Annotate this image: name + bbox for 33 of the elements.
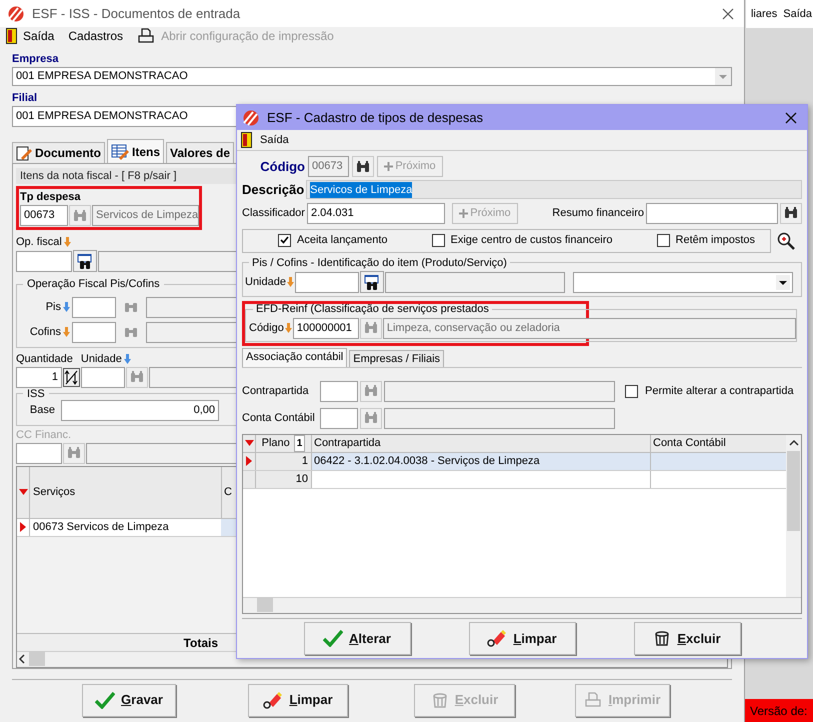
status-text: Versão de:	[750, 702, 808, 720]
field-label: Contrapartida	[242, 384, 310, 399]
field-label: Base	[28, 402, 55, 418]
checkbox-label: Permite alterar a contrapartida	[645, 384, 794, 399]
field-label: Pis	[44, 300, 61, 315]
field-label: Tp despesa	[20, 190, 82, 205]
field-label: Classificador	[242, 206, 305, 221]
table-cell: 06422 - 3.1.02.04.0038 - Serviços de Limpeza	[311, 452, 650, 470]
checkbox-label: Aceita lançamento	[297, 233, 388, 248]
table-cell: 00673 Servicos de Limpeza	[29, 518, 221, 536]
field-label: Descrição	[242, 181, 304, 199]
field-label: Unidade	[80, 352, 131, 366]
group-title: Operação Fiscal Pis/Cofins	[26, 277, 161, 292]
sort-mark: 1	[294, 434, 306, 452]
field-label: Unidade	[245, 274, 286, 290]
field-label: CC Financ.	[16, 428, 72, 442]
field-label: Conta Contábil	[242, 410, 316, 426]
window-title: ESF - Cadastro de tipos de despesas	[267, 108, 484, 127]
table-cell: 1	[255, 452, 311, 470]
checkbox-label: Exige centro de custos financeiro	[450, 233, 613, 248]
field-label: Filial	[12, 91, 38, 106]
window-title: ESF - ISS - Documentos de entrada	[32, 4, 240, 23]
field-label: Resumo financeiro	[552, 206, 644, 221]
group-title: Pis / Cofins - Identificação do item (Produto/Serviço)	[251, 256, 508, 270]
field-label: Quantidade	[16, 352, 73, 366]
group-title: EFD-Reinf (Classificação de serviços prestados	[255, 302, 490, 317]
group-title: ISS	[26, 388, 46, 400]
field-label: Empresa	[12, 52, 60, 67]
field-label: Código	[249, 320, 284, 336]
totals-label: Totais	[182, 634, 219, 651]
checkbox-label: Retêm impostos	[676, 233, 756, 248]
field-label: Cofins	[28, 324, 61, 340]
table-cell: 10	[255, 470, 311, 488]
